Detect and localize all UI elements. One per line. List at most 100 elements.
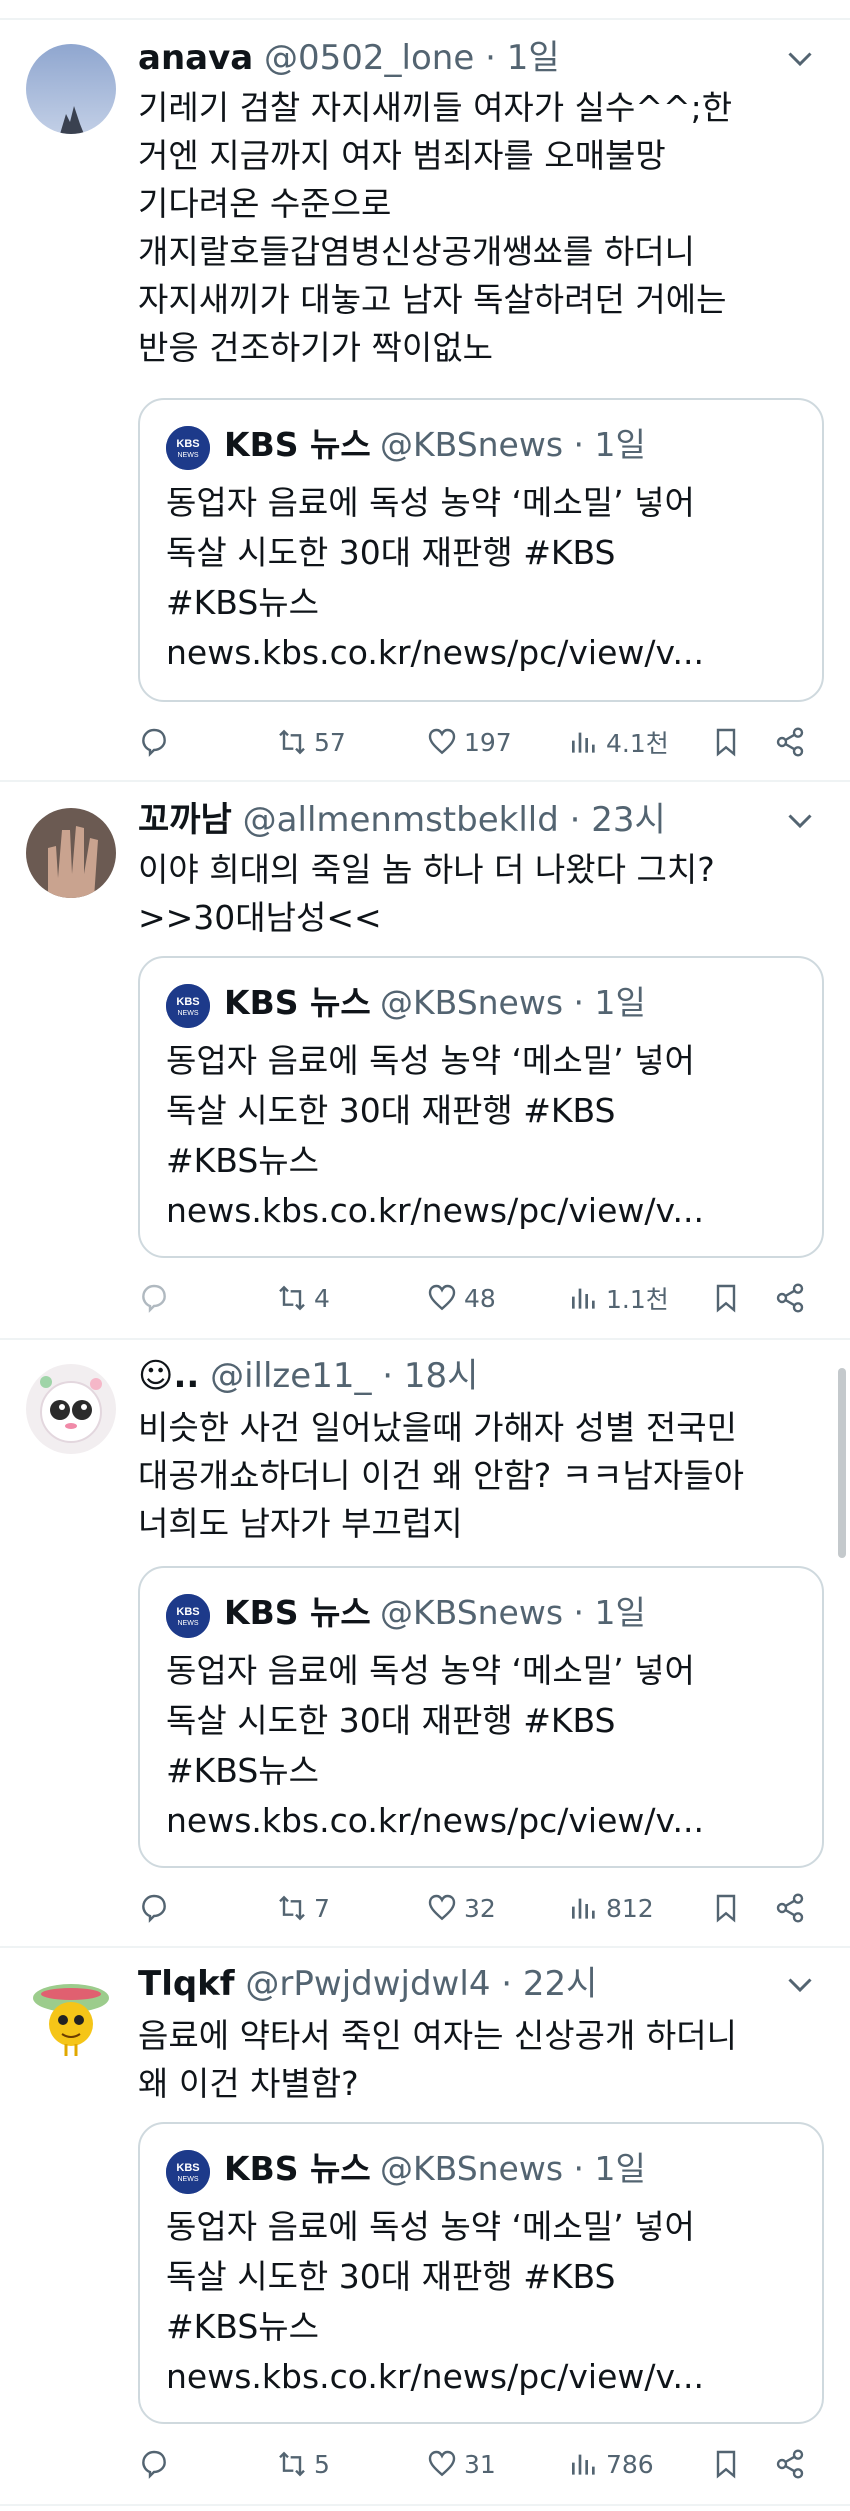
display-name[interactable]: Tlqkf [138,1964,235,2004]
bookmark-button[interactable] [710,1888,742,1928]
user-handle[interactable]: @allmenmstbeklld [243,800,559,840]
like-button[interactable]: 197 [426,722,512,762]
timestamp[interactable]: · 23시 [570,800,666,840]
retweet-button[interactable]: 4 [276,1278,330,1318]
reply-button[interactable] [138,1888,170,1928]
quote-handle-time: @KBSnews · 1일 [380,983,646,1022]
avatar[interactable] [26,44,116,134]
bookmark-button[interactable] [710,722,742,762]
quote-link[interactable]: news.kbs.co.kr/news/pc/view/v... [166,1796,806,1846]
timeline-feed[interactable]: anava @0502_lone · 1일 기레기 검찰 자지새끼들 여자가 실… [0,0,850,2511]
retweet-button[interactable]: 57 [276,722,346,762]
tweet-card[interactable]: Tlqkf @rPwjdwjdwl4 · 22시 음료에 약타서 죽인 여자는 … [0,1950,850,2506]
retweet-count: 5 [314,2449,330,2479]
quote-link[interactable]: news.kbs.co.kr/news/pc/view/v... [166,2352,806,2402]
bookmark-button[interactable] [710,2444,742,2484]
more-button[interactable] [782,798,822,842]
timestamp[interactable]: · 1일 [485,38,560,78]
avatar[interactable] [26,1972,116,2062]
tweet-header: 꼬까남 @allmenmstbeklld · 23시 [138,798,666,842]
like-count: 32 [464,1893,496,1923]
bookmark-button[interactable] [710,1278,742,1318]
tweet-text-line: 비슷한 사건 일어났을때 가해자 성별 전국민 [138,1408,737,1447]
retweet-count: 7 [314,1893,330,1923]
display-name[interactable]: 꼬까남 [138,800,232,840]
quote-text: 동업자 음료에 독성 농약 ‘메소밀’ 넣어 독살 시도한 30대 재판행 #K… [166,2202,806,2402]
quote-tweet[interactable]: KBS NEWS KBS 뉴스 @KBSnews · 1일 동업자 음료에 독성 … [138,398,824,702]
retweet-button[interactable]: 5 [276,2444,330,2484]
like-count: 48 [464,1283,496,1313]
quote-link[interactable]: news.kbs.co.kr/news/pc/view/v... [166,628,806,678]
share-button[interactable] [774,1278,806,1318]
like-count: 197 [464,727,512,757]
tweet-text-line: >>30대남성<< [138,898,382,937]
quote-text: 동업자 음료에 독성 농약 ‘메소밀’ 넣어 독살 시도한 30대 재판행 #K… [166,1646,806,1846]
retweet-icon [279,729,305,755]
quote-handle-time: @KBSnews · 1일 [380,2149,646,2188]
quote-display-name: KBS 뉴스 [224,425,371,464]
quote-tweet[interactable]: KBS NEWS KBS 뉴스 @KBSnews · 1일 동업자 음료에 독성 … [138,1566,824,1868]
more-button[interactable] [782,1962,822,2006]
like-button[interactable]: 31 [426,2444,496,2484]
quote-text-line: 동업자 음료에 독성 농약 ‘메소밀’ 넣어 [166,483,695,522]
tweet-card[interactable]: anava @0502_lone · 1일 기레기 검찰 자지새끼들 여자가 실… [0,22,850,782]
more-icon [788,52,812,67]
reply-button[interactable] [138,722,170,762]
user-handle[interactable]: @0502_lone [264,38,474,78]
tweet-card[interactable]: ☺.. @illze11_ · 18시 비슷한 사건 일어났을때 가해자 성별 … [0,1342,850,1948]
views-button[interactable]: 786 [568,2444,654,2484]
reply-icon [142,1894,166,1923]
tweet-text-line: 기다려온 수준으로 [138,184,392,223]
timestamp[interactable]: · 18시 [382,1356,478,1396]
timestamp[interactable]: · 22시 [501,1964,597,2004]
display-name[interactable]: anava [138,38,253,78]
views-button[interactable]: 4.1천 [568,722,669,762]
quote-display-name: KBS 뉴스 [224,2149,371,2188]
like-button[interactable]: 32 [426,1888,496,1928]
more-button[interactable] [782,36,822,80]
tweet-text-line: 대공개쇼하더니 이건 왜 안함? ㅋㅋ남자들아 [138,1456,744,1495]
tweet-card[interactable]: 꼬까남 @allmenmstbeklld · 23시 이야 희대의 죽일 놈 하… [0,784,850,1340]
like-button[interactable]: 48 [426,1278,496,1318]
svg-text:KBS: KBS [176,1606,199,1618]
action-bar: 4 48 1.1천 [138,1278,828,1318]
scrollbar[interactable] [838,1368,846,1558]
share-button[interactable] [774,722,806,762]
tweet-text-line: 음료에 약타서 죽인 여자는 신상공개 하더니 [138,2016,737,2055]
views-icon [572,1288,595,1309]
retweet-button[interactable]: 7 [276,1888,330,1928]
tweet-text-line: 너희도 남자가 부끄럽지 [138,1504,463,1543]
retweet-icon [279,1285,305,1311]
share-icon [776,727,804,757]
reply-button[interactable] [138,2444,170,2484]
quote-text-line: 동업자 음료에 독성 농약 ‘메소밀’ 넣어 [166,2207,695,2246]
reply-button[interactable] [138,1278,170,1318]
display-name[interactable]: ☺.. [138,1356,199,1396]
user-handle[interactable]: @rPwjdwjdwl4 [245,1964,490,2004]
tweet-header: Tlqkf @rPwjdwjdwl4 · 22시 [138,1962,597,2006]
tweet-text: 기레기 검찰 자지새끼들 여자가 실수^^;한 거엔 지금까지 여자 범죄자를 … [138,84,818,372]
tweet-header: anava @0502_lone · 1일 [138,36,560,80]
user-handle[interactable]: @illze11_ [210,1356,371,1396]
quote-tweet[interactable]: KBS NEWS KBS 뉴스 @KBSnews · 1일 동업자 음료에 독성 … [138,956,824,1258]
share-button[interactable] [774,2444,806,2484]
quote-text-line: #KBS뉴스 [166,1751,320,1790]
sky-photo-avatar [26,44,116,134]
views-button[interactable]: 1.1천 [568,1278,669,1318]
share-button[interactable] [774,1888,806,1928]
quote-text-line: #KBS뉴스 [166,2307,320,2346]
svg-text:NEWS: NEWS [178,1010,199,1017]
quote-text-line: #KBS뉴스 [166,1141,320,1180]
reply-icon [142,728,166,757]
svg-text:KBS: KBS [176,996,199,1008]
reply-icon [142,1284,166,1313]
like-icon [428,1894,456,1921]
tweet-text-line: 왜 이건 차별함? [138,2064,359,2103]
avatar[interactable] [26,808,116,898]
avatar[interactable] [26,1364,116,1454]
kbs-logo: KBS NEWS [166,1594,210,1638]
views-button[interactable]: 812 [568,1888,654,1928]
quote-text-line: 독살 시도한 30대 재판행 #KBS [166,2257,616,2296]
quote-link[interactable]: news.kbs.co.kr/news/pc/view/v... [166,1186,806,1236]
quote-tweet[interactable]: KBS NEWS KBS 뉴스 @KBSnews · 1일 동업자 음료에 독성 … [138,2122,824,2424]
